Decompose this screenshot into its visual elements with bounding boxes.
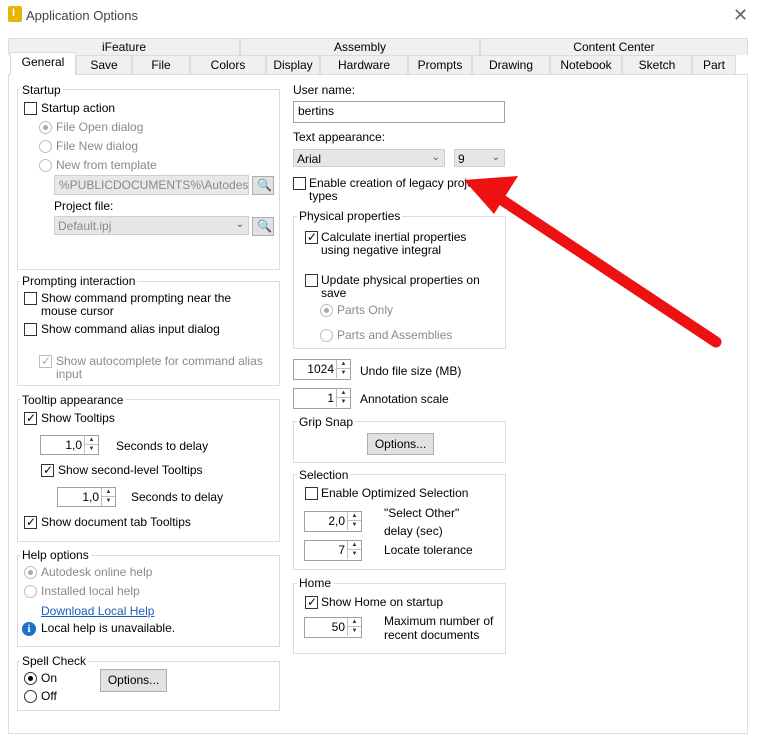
red-arrow-annotation <box>464 176 722 348</box>
arrow-shaft <box>496 194 722 348</box>
tab-general[interactable]: General <box>10 52 76 75</box>
